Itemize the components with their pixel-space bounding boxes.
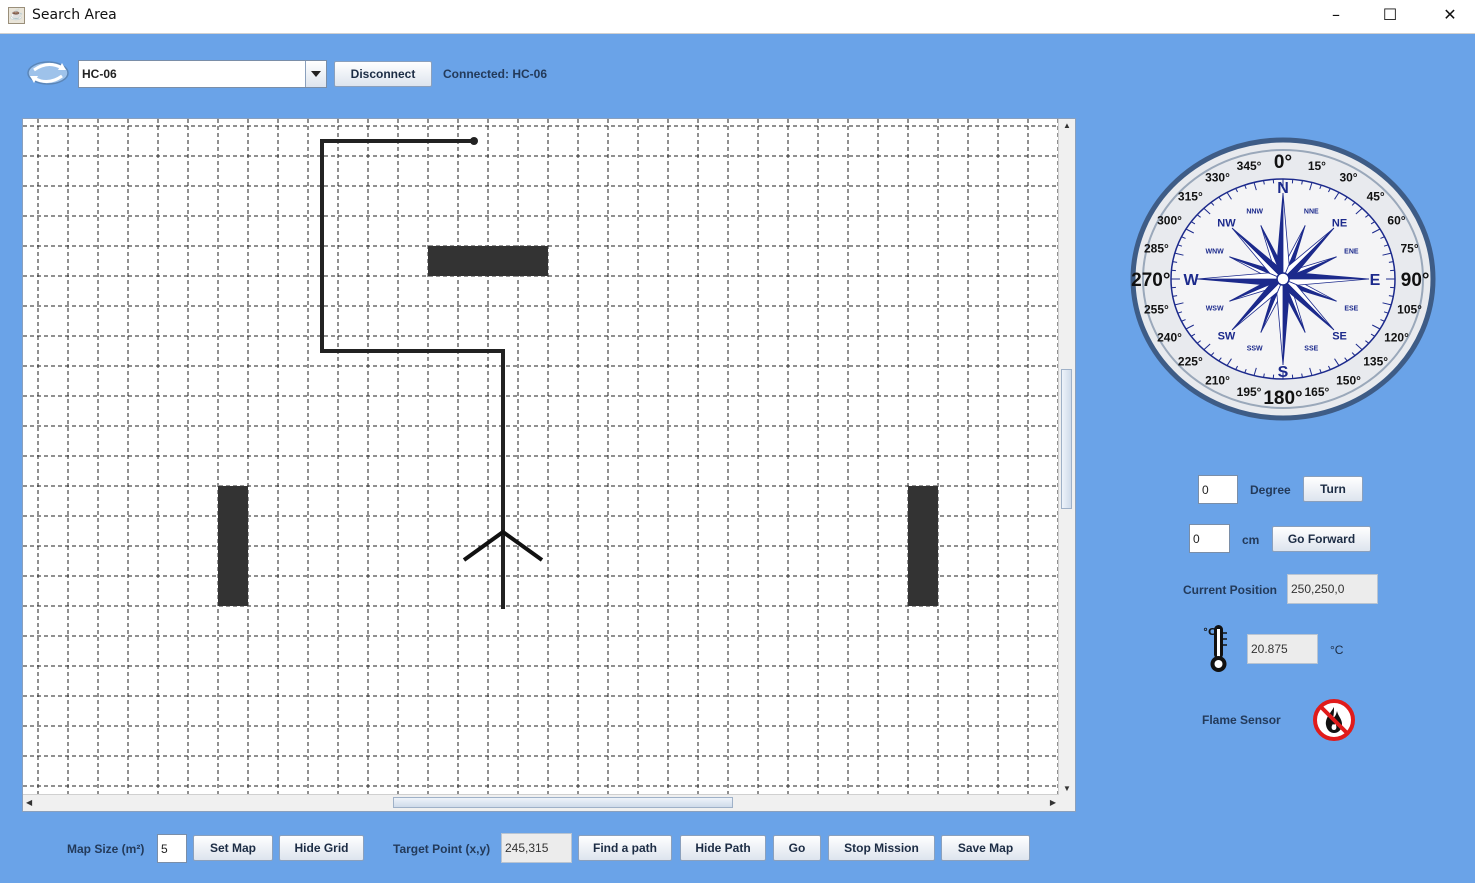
connection-status: Connected: HC-06 [443,67,548,81]
compass-degree-label: 300° [1157,214,1182,228]
compass-rose [1171,179,1395,379]
scroll-corner [1059,795,1075,811]
compass-degree-label: 315° [1178,189,1203,203]
compass-intercardinal-label: SE [1332,331,1347,343]
distance-unit-label: cm [1242,533,1260,547]
go-forward-button[interactable]: Go Forward [1272,526,1371,552]
horizontal-scrollbar[interactable]: ◀ ▶ [23,794,1059,811]
degree-input[interactable]: 0 [1198,475,1238,504]
target-point-label: Target Point (x,y) [393,842,491,856]
compass-center [1276,272,1290,286]
hide-path-button[interactable]: Hide Path [680,835,766,861]
compass-tick [1172,261,1178,263]
temperature-field: 20.875 [1247,634,1318,664]
save-map-button[interactable]: Save Map [941,835,1030,861]
obstacle [218,486,248,606]
compass-degree-label: 240° [1157,331,1182,345]
compass-degree-label: 195° [1237,385,1262,399]
refresh-icon[interactable] [26,58,70,93]
find-path-button[interactable]: Find a path [578,835,672,861]
compass-degree-label: 165° [1305,385,1330,399]
current-position-field: 250,250,0 [1287,574,1378,604]
turn-button[interactable]: Turn [1303,476,1363,502]
hide-grid-button[interactable]: Hide Grid [279,835,364,861]
vertical-scroll-thumb[interactable] [1061,369,1072,509]
compass-degree-label: 30° [1339,171,1357,185]
current-position-label: Current Position [1183,583,1278,597]
compass-degree-label: 135° [1363,355,1388,369]
title-bar: ☕ Search Area – ☐ ✕ [0,0,1475,34]
compass: 0° 15° 30° 45°60° 75° 90° 105° 120° 135°150° 165°… [1130,137,1436,421]
compass-cardinal-label: N [1277,180,1289,197]
map-panel[interactable]: ▲ ▼ ◀ ▶ [22,118,1076,812]
compass-degree-label: 60° [1387,214,1405,228]
compass-minor-label: SSW [1247,345,1263,352]
obstacle [428,246,548,276]
target-point-field: 245,315 [501,833,572,863]
svg-text:°C: °C [1203,627,1215,638]
compass-degree-label: 285° [1144,242,1169,256]
compass-degree-label: 210° [1205,373,1230,387]
no-flame-icon [1312,698,1356,747]
path-target-point [470,137,478,145]
close-button[interactable]: ✕ [1427,0,1473,32]
compass-minor-label: NNE [1304,209,1319,216]
compass-degree-label: 255° [1144,302,1169,316]
compass-tick [1172,295,1178,297]
compass-intercardinal-label: SW [1218,331,1236,343]
compass-intercardinal-label: NE [1332,217,1347,229]
compass-degree-label: 180° [1263,388,1302,409]
compass-cardinal-label: E [1370,272,1381,289]
stop-mission-button[interactable]: Stop Mission [828,835,935,861]
maximize-button[interactable]: ☐ [1367,0,1413,32]
compass-degree-label: 225° [1178,355,1203,369]
map-canvas[interactable] [23,119,1059,795]
compass-degree-label: 330° [1205,171,1230,185]
port-select-value: HC-06 [82,67,117,81]
map-size-input[interactable]: 5 [157,834,187,863]
port-select[interactable]: HC-06 [78,60,327,88]
java-cup-icon: ☕ [8,7,25,24]
horizontal-scroll-thumb[interactable] [393,797,733,808]
compass-cardinal-label: S [1278,364,1289,381]
compass-degree-label: 270° [1131,270,1170,291]
distance-input[interactable]: 0 [1189,524,1230,553]
compass-degree-label: 15° [1308,159,1326,173]
compass-degree-label: 105° [1397,302,1422,316]
compass-minor-label: WSW [1206,305,1224,312]
set-map-button[interactable]: Set Map [193,835,273,861]
compass-degree-label: 45° [1367,189,1385,203]
compass-degree-label: 120° [1384,331,1409,345]
map-grid [23,119,1059,795]
compass-degree-label: 90° [1401,270,1430,291]
planned-path [320,139,505,609]
compass-tick [1388,295,1394,297]
compass-degree-label: 345° [1237,159,1262,173]
thermometer-icon: °C [1203,623,1233,680]
compass-cardinal-label: W [1183,272,1199,289]
go-button[interactable]: Go [773,835,821,861]
minimize-button[interactable]: – [1313,0,1359,32]
compass-degree-label: 150° [1336,373,1361,387]
compass-tick [1388,261,1394,263]
window-title: Search Area [32,7,117,23]
compass-degree-label: 75° [1400,242,1418,256]
compass-minor-label: ENE [1344,249,1359,256]
obstacle [908,486,938,606]
disconnect-button[interactable]: Disconnect [334,61,432,87]
compass-minor-label: NNW [1246,209,1263,216]
temperature-unit-label: °C [1330,643,1344,657]
compass-minor-label: SSE [1304,345,1318,352]
map-size-label: Map Size (m²) [67,842,145,856]
compass-intercardinal-label: NW [1217,217,1236,229]
flame-sensor-label: Flame Sensor [1202,713,1281,727]
vertical-scrollbar[interactable]: ▲ ▼ [1058,119,1075,795]
degree-label: Degree [1250,483,1291,497]
compass-minor-label: ESE [1344,305,1358,312]
compass-degree-label: 0° [1274,152,1292,173]
chevron-down-icon[interactable] [305,61,326,87]
compass-minor-label: WNW [1205,249,1224,256]
